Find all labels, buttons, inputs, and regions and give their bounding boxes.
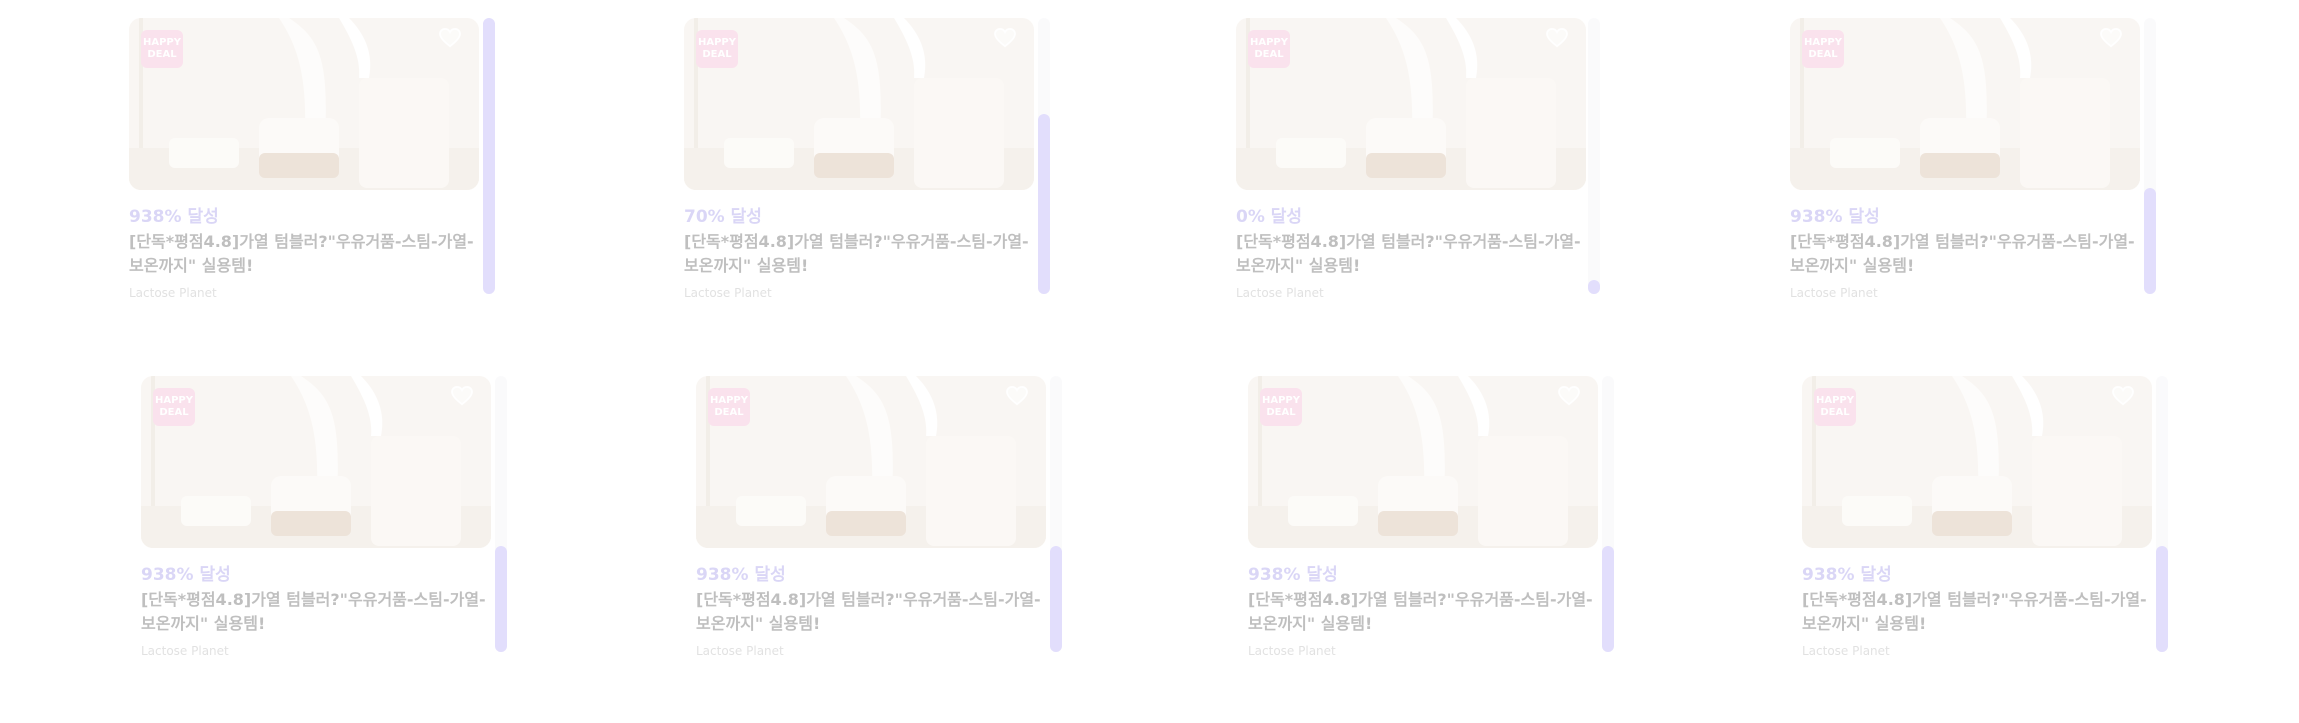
product-title[interactable]: [단독*평점4.8]가열 텀블러?"우유거품-스팀-가열-보온까지" 실용템! (684, 230, 1034, 278)
happy-deal-badge: HAPPY DEAL (153, 388, 195, 426)
scrollbar-thumb[interactable] (2144, 188, 2156, 294)
product-image[interactable]: HAPPY DEAL (141, 376, 491, 548)
funding-percent: 70% 달성 (684, 207, 762, 227)
happy-deal-badge: HAPPY DEAL (1814, 388, 1856, 426)
product-card[interactable]: HAPPY DEAL 70% 달성 [단독*평점4.8]가열 텀블러?"우유거품… (684, 18, 1034, 300)
maker-name[interactable]: Lactose Planet (1790, 286, 1878, 300)
maker-name[interactable]: Lactose Planet (696, 644, 784, 658)
funding-percent: 0% 달성 (1236, 207, 1303, 227)
heart-outline-icon[interactable] (2100, 28, 2128, 56)
product-card[interactable]: HAPPY DEAL 938% 달성 [단독*평점4.8]가열 텀블러?"우유거… (696, 376, 1046, 658)
scrollbar-thumb[interactable] (1038, 114, 1050, 294)
product-card[interactable]: HAPPY DEAL 0% 달성 [단독*평점4.8]가열 텀블러?"우유거품-… (1236, 18, 1586, 300)
maker-name[interactable]: Lactose Planet (129, 286, 217, 300)
badge-line: DEAL (159, 407, 189, 418)
product-image[interactable]: HAPPY DEAL (1248, 376, 1598, 548)
maker-name[interactable]: Lactose Planet (1236, 286, 1324, 300)
funding-percent: 938% 달성 (129, 207, 219, 227)
badge-line: HAPPY (142, 37, 181, 48)
product-card[interactable]: HAPPY DEAL 938% 달성 [단독*평점4.8]가열 텀블러?"우유거… (141, 376, 491, 658)
product-image[interactable]: HAPPY DEAL (1802, 376, 2152, 548)
badge-line: DEAL (147, 49, 177, 60)
scrollbar-track[interactable] (495, 376, 507, 652)
product-title[interactable]: [단독*평점4.8]가열 텀블러?"우유거품-스팀-가열-보온까지" 실용템! (1236, 230, 1586, 278)
scrollbar-track[interactable] (1602, 376, 1614, 652)
product-card[interactable]: HAPPY DEAL 938% 달성 [단독*평점4.8]가열 텀블러?"우유거… (1802, 376, 2152, 658)
badge-line: HAPPY (1249, 37, 1288, 48)
happy-deal-badge: HAPPY DEAL (1260, 388, 1302, 426)
scrollbar-track[interactable] (1050, 376, 1062, 652)
product-title[interactable]: [단독*평점4.8]가열 텀블러?"우유거품-스팀-가열-보온까지" 실용템! (1790, 230, 2140, 278)
badge-line: DEAL (1820, 407, 1850, 418)
badge-line: DEAL (714, 407, 744, 418)
badge-line: DEAL (702, 49, 732, 60)
product-image[interactable]: HAPPY DEAL (684, 18, 1034, 190)
badge-line: DEAL (1254, 49, 1284, 60)
scrollbar-track[interactable] (2144, 18, 2156, 294)
funding-percent: 938% 달성 (696, 565, 786, 585)
scrollbar-thumb[interactable] (1588, 280, 1600, 294)
funding-percent: 938% 달성 (1790, 207, 1880, 227)
product-title[interactable]: [단독*평점4.8]가열 텀블러?"우유거품-스팀-가열-보온까지" 실용템! (129, 230, 479, 278)
scrollbar-thumb[interactable] (495, 546, 507, 652)
badge-line: HAPPY (154, 395, 193, 406)
product-image[interactable]: HAPPY DEAL (129, 18, 479, 190)
scrollbar-track[interactable] (1038, 18, 1050, 294)
product-card[interactable]: HAPPY DEAL 938% 달성 [단독*평점4.8]가열 텀블러?"우유거… (129, 18, 479, 300)
badge-line: HAPPY (1803, 37, 1842, 48)
product-image[interactable]: HAPPY DEAL (696, 376, 1046, 548)
badge-line: HAPPY (1815, 395, 1854, 406)
product-image[interactable]: HAPPY DEAL (1790, 18, 2140, 190)
scrollbar-thumb[interactable] (1602, 546, 1614, 652)
badge-line: HAPPY (1261, 395, 1300, 406)
scrollbar-thumb[interactable] (2156, 546, 2168, 652)
scrollbar-thumb[interactable] (483, 18, 495, 294)
maker-name[interactable]: Lactose Planet (1802, 644, 1890, 658)
scrollbar-track[interactable] (1588, 18, 1600, 294)
scrollbar-track[interactable] (483, 18, 495, 294)
maker-name[interactable]: Lactose Planet (141, 644, 229, 658)
funding-percent: 938% 달성 (141, 565, 231, 585)
heart-outline-icon[interactable] (1558, 386, 1586, 414)
card-grid: HAPPY DEAL 938% 달성 [단독*평점4.8]가열 텀블러?"우유거… (0, 0, 2299, 723)
product-title[interactable]: [단독*평점4.8]가열 텀블러?"우유거품-스팀-가열-보온까지" 실용템! (696, 588, 1046, 636)
heart-outline-icon[interactable] (1546, 28, 1574, 56)
badge-line: HAPPY (709, 395, 748, 406)
badge-line: HAPPY (697, 37, 736, 48)
scrollbar-thumb[interactable] (1050, 546, 1062, 652)
badge-line: DEAL (1808, 49, 1838, 60)
heart-outline-icon[interactable] (451, 386, 479, 414)
maker-name[interactable]: Lactose Planet (684, 286, 772, 300)
product-title[interactable]: [단독*평점4.8]가열 텀블러?"우유거품-스팀-가열-보온까지" 실용템! (1802, 588, 2152, 636)
product-card[interactable]: HAPPY DEAL 938% 달성 [단독*평점4.8]가열 텀블러?"우유거… (1248, 376, 1598, 658)
badge-line: DEAL (1266, 407, 1296, 418)
funding-percent: 938% 달성 (1802, 565, 1892, 585)
happy-deal-badge: HAPPY DEAL (708, 388, 750, 426)
happy-deal-badge: HAPPY DEAL (696, 30, 738, 68)
scrollbar-track[interactable] (2156, 376, 2168, 652)
product-title[interactable]: [단독*평점4.8]가열 텀블러?"우유거품-스팀-가열-보온까지" 실용템! (1248, 588, 1598, 636)
happy-deal-badge: HAPPY DEAL (1802, 30, 1844, 68)
heart-outline-icon[interactable] (2112, 386, 2140, 414)
happy-deal-badge: HAPPY DEAL (141, 30, 183, 68)
heart-outline-icon[interactable] (1006, 386, 1034, 414)
product-card[interactable]: HAPPY DEAL 938% 달성 [단독*평점4.8]가열 텀블러?"우유거… (1790, 18, 2140, 300)
maker-name[interactable]: Lactose Planet (1248, 644, 1336, 658)
heart-outline-icon[interactable] (994, 28, 1022, 56)
funding-percent: 938% 달성 (1248, 565, 1338, 585)
product-title[interactable]: [단독*평점4.8]가열 텀블러?"우유거품-스팀-가열-보온까지" 실용템! (141, 588, 491, 636)
product-image[interactable]: HAPPY DEAL (1236, 18, 1586, 190)
heart-outline-icon[interactable] (439, 28, 467, 56)
happy-deal-badge: HAPPY DEAL (1248, 30, 1290, 68)
